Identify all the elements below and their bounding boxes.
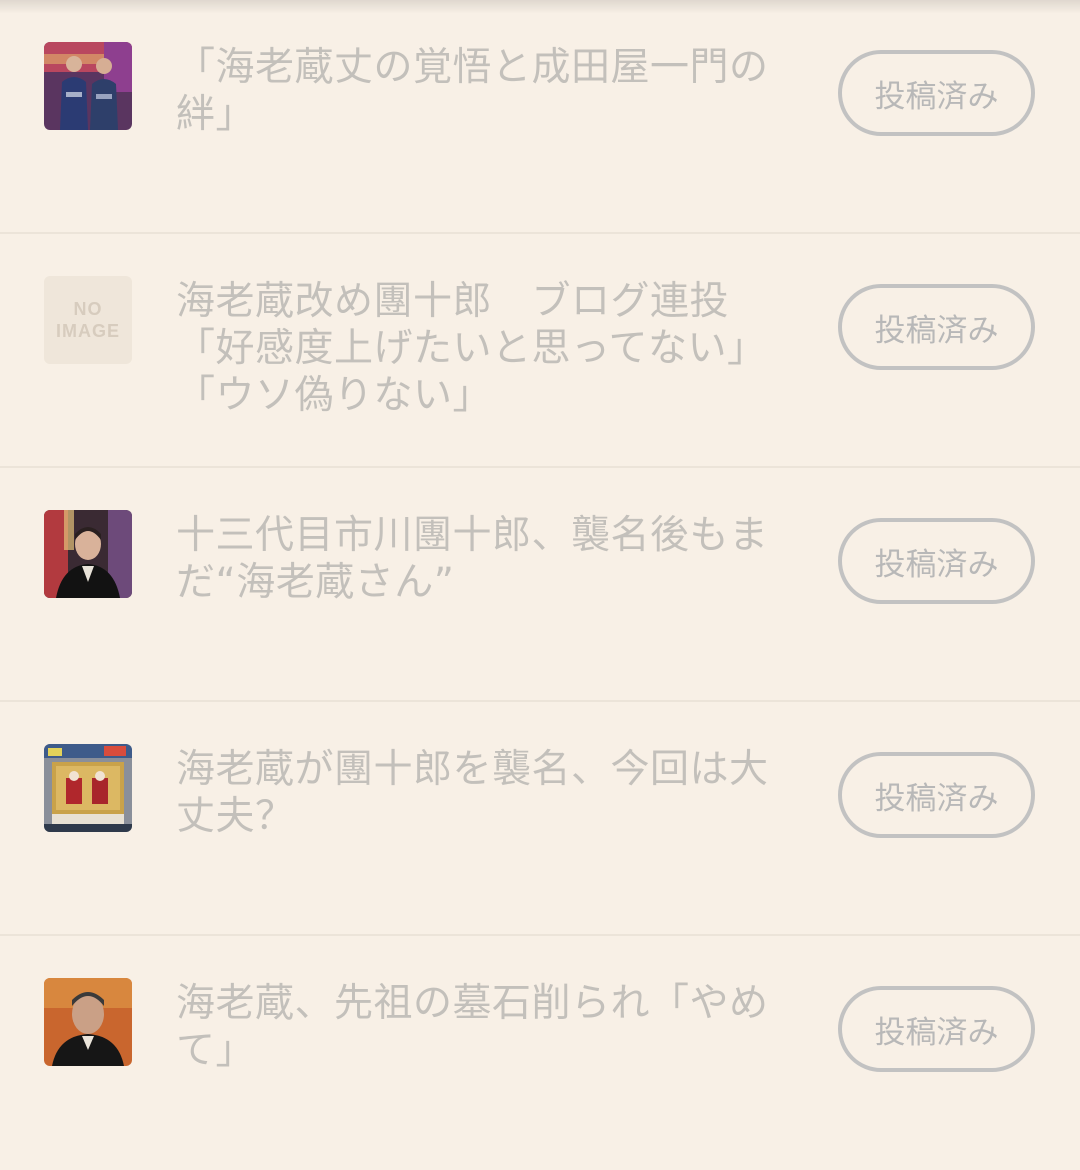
photo-man-portrait-image bbox=[44, 978, 132, 1066]
list-item[interactable]: NO IMAGE 海老蔵改め團十郎 ブログ連投「好感度上げたいと思ってない」「ウ… bbox=[0, 234, 1080, 468]
no-image-text: IMAGE bbox=[55, 321, 120, 341]
photo-kabuki-billboard-image bbox=[44, 744, 132, 832]
article-thumbnail[interactable] bbox=[44, 978, 132, 1066]
posted-button[interactable]: 投稿済み bbox=[838, 50, 1035, 136]
posted-button[interactable]: 投稿済み bbox=[838, 284, 1035, 370]
no-image-text: NO bbox=[73, 299, 103, 319]
posted-button[interactable]: 投稿済み bbox=[838, 518, 1035, 604]
article-title[interactable]: 海老蔵改め團十郎 ブログ連投「好感度上げたいと思ってない」「ウソ偽りない」 bbox=[176, 278, 806, 419]
article-title[interactable]: 海老蔵が團十郎を襲名、今回は大丈夫？ bbox=[176, 746, 806, 840]
article-thumbnail[interactable] bbox=[44, 510, 132, 598]
photo-two-men-kimono-image bbox=[44, 42, 132, 130]
list-item[interactable]: 海老蔵が團十郎を襲名、今回は大丈夫？ 投稿済み bbox=[0, 702, 1080, 936]
article-thumbnail[interactable] bbox=[44, 744, 132, 832]
article-title[interactable]: 海老蔵、先祖の墓石削られ「やめて」 bbox=[176, 980, 806, 1074]
list-item[interactable]: 十三代目市川團十郎、襲名後もまだ“海老蔵さん” 投稿済み bbox=[0, 468, 1080, 702]
posted-button[interactable]: 投稿済み bbox=[838, 752, 1035, 838]
photo-man-kimono-image bbox=[44, 510, 132, 598]
article-title[interactable]: 「海老蔵丈の覚悟と成田屋一門の絆」 bbox=[176, 44, 806, 138]
top-shadow bbox=[0, 0, 1080, 14]
article-thumbnail[interactable] bbox=[44, 42, 132, 130]
list-item[interactable]: 海老蔵、先祖の墓石削られ「やめて」 投稿済み bbox=[0, 936, 1080, 1170]
no-image-placeholder[interactable]: NO IMAGE bbox=[44, 276, 132, 364]
article-title[interactable]: 十三代目市川團十郎、襲名後もまだ“海老蔵さん” bbox=[176, 512, 806, 606]
article-list: 「海老蔵丈の覚悟と成田屋一門の絆」 投稿済み NO IMAGE 海老蔵改め團十郎… bbox=[0, 0, 1080, 1170]
posted-button[interactable]: 投稿済み bbox=[838, 986, 1035, 1072]
list-item[interactable]: 「海老蔵丈の覚悟と成田屋一門の絆」 投稿済み bbox=[0, 0, 1080, 234]
